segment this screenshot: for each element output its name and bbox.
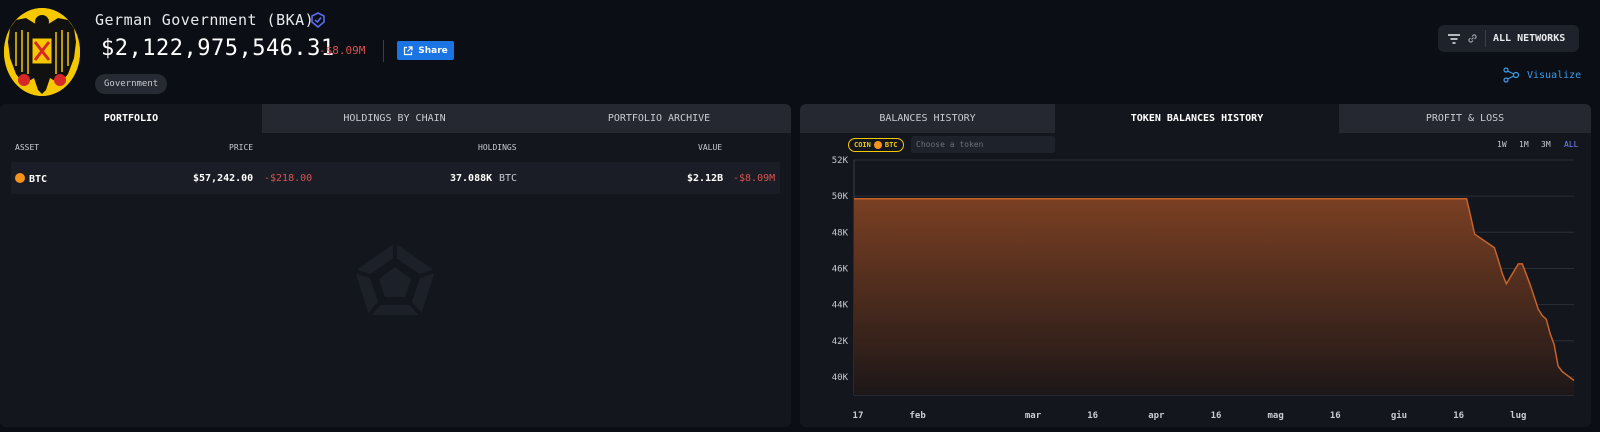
share-button[interactable]: Share [397,41,454,60]
y-tick-label: 42K [832,337,849,347]
portfolio-tabs: PORTFOLIO HOLDINGS BY CHAIN PORTFOLIO AR… [0,104,791,133]
y-tick-label: 50K [832,192,849,202]
entity-avatar [4,8,80,96]
price-change: -$218.00 [264,173,313,184]
column-price: PRICE [229,143,254,152]
btc-coin-icon [15,173,25,183]
share-label: Share [418,45,448,56]
range-1m[interactable]: 1M [1519,140,1529,149]
x-tick-label: 16 [1453,411,1464,421]
x-tick-label: mag [1268,411,1284,421]
x-tick-label: 16 [1330,411,1341,421]
coin-badge-symbol: BTC [884,141,898,149]
x-tick-label: giu [1391,410,1407,421]
area-fill [854,198,1574,395]
link-icon [1468,34,1477,43]
balances-tabs: BALANCES HISTORY TOKEN BALANCES HISTORY … [800,104,1591,133]
asset-symbol: BTC [29,174,48,185]
visualize-label: Visualize [1527,69,1582,81]
x-tick-label: lug [1510,411,1526,421]
arkham-logo-watermark-icon [354,243,436,317]
token-balance-chart: 40K 42K 44K 46K 48K 50K 52K 17 feb mar 16 apr 16 mag 1… [832,156,1575,421]
filter-icon [1448,33,1460,44]
tab-token-balances-history[interactable]: TOKEN BALANCES HISTORY [1055,104,1339,133]
coin-badge-prefix: COIN [854,141,871,149]
range-1w[interactable]: 1W [1497,140,1507,149]
btc-coin-icon [873,141,882,149]
external-link-icon [404,45,413,55]
column-asset: ASSET [15,143,40,152]
x-tick-label: 16 [1211,411,1222,421]
all-networks-label: ALL NETWORKS [1493,33,1566,44]
tab-portfolio-archive[interactable]: PORTFOLIO ARCHIVE [527,104,791,133]
value-change: -$8.09M [733,173,776,184]
entity-name: German Government (BKA) [95,11,315,29]
holdings-unit: BTC [499,173,518,184]
x-tick-label: 16 [1087,411,1098,421]
table-row[interactable]: BTC $57,242.00 -$218.00 37.088K BTC $2.1… [11,162,780,194]
header-divider [383,40,384,62]
y-tick-label: 46K [832,264,849,274]
value-amount: $2.12B [687,173,724,184]
x-tick-label: feb [910,411,927,421]
column-holdings: HOLDINGS [478,143,517,152]
tab-balances-history[interactable]: BALANCES HISTORY [800,104,1055,133]
x-tick-label: mar [1025,411,1042,421]
entity-header: German Government (BKA) $2,122,975,546.3… [0,0,1600,100]
total-change: -$8.09M [319,44,366,57]
network-separator [1485,30,1486,47]
price-value: $57,242.00 [193,173,254,184]
eagle-emblem-icon [4,8,80,96]
y-tick-label: 40K [832,373,849,383]
holdings-value: 37.088K [450,173,493,184]
visualize-link[interactable]: Visualize [1503,67,1581,83]
verified-badge-icon [311,12,325,28]
y-tick-label: 44K [832,301,849,311]
y-tick-label: 48K [832,228,849,238]
total-value: $2,122,975,546.31 [101,36,335,61]
asset-cell: BTC [15,173,47,185]
column-value: VALUE [698,143,723,152]
network-graph-icon [1503,67,1520,83]
x-tick-label: 17 [853,411,864,421]
network-filter-button[interactable]: ALL NETWORKS [1438,25,1579,52]
y-tick-label: 52K [832,156,849,166]
tab-portfolio[interactable]: PORTFOLIO [0,104,262,133]
range-3m[interactable]: 3M [1541,140,1551,149]
entity-tag[interactable]: Government [95,74,168,94]
x-tick-label: apr [1148,411,1165,421]
range-all[interactable]: ALL [1564,140,1578,149]
tab-holdings-by-chain[interactable]: HOLDINGS BY CHAIN [262,104,527,133]
tab-profit-loss[interactable]: PROFIT & LOSS [1339,104,1591,133]
